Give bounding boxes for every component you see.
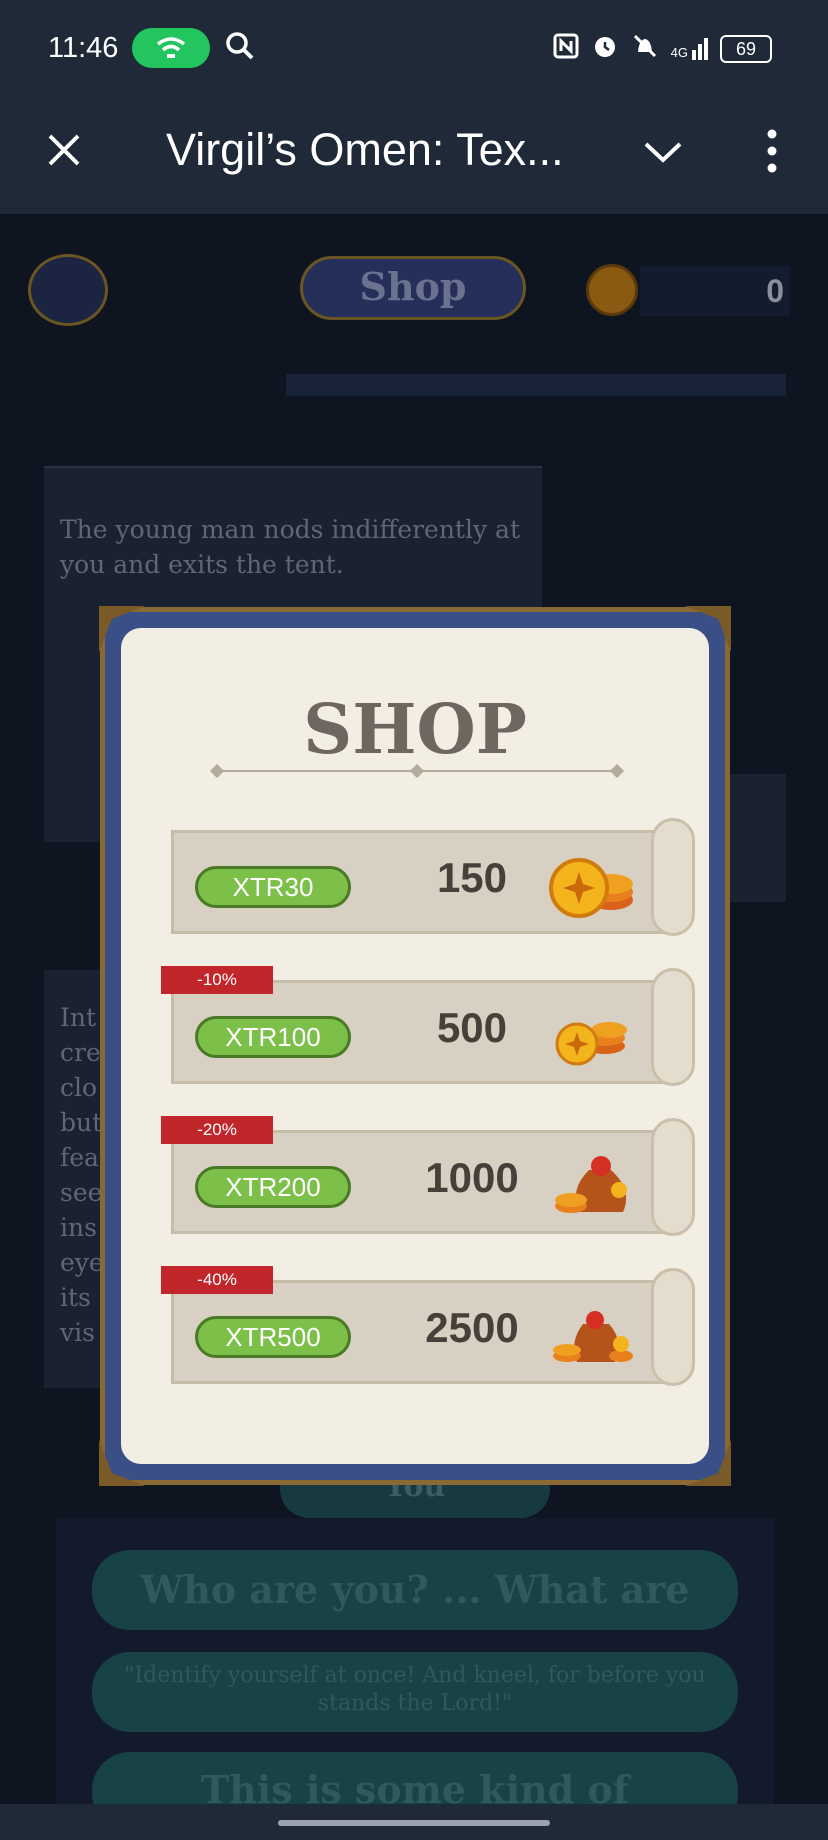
alarm-icon [591,32,619,66]
price-button[interactable]: XTR500 [195,1316,351,1358]
coin-amount: 150 [436,854,508,901]
scroll-end [651,1118,695,1236]
search-icon [224,30,256,67]
coin-sacks-icon [549,1300,637,1370]
coin-pile-icon [549,850,637,920]
title-divider [209,763,625,779]
scroll-end [651,818,695,936]
shop-panel: SHOP XTR30 150 -10% XTR100 500 -20% XTR2… [121,628,709,1464]
coin-balance: 0 [640,266,790,316]
coin-amount: 500 [436,1004,508,1051]
price-button[interactable]: XTR200 [195,1166,351,1208]
webapp-header: Virgil’s Omen: Tex... [0,96,828,214]
status-bar: 11:46 4G 69 [0,0,828,96]
story-text: The young man nods indifferently at you … [60,515,520,579]
scroll-end [651,968,695,1086]
nfc-icon [553,33,579,65]
shop-item[interactable]: -40% XTR500 2500 [161,1266,695,1386]
choice-button[interactable]: "Identify yourself at once! And kneel, f… [92,1652,738,1732]
coin-amount: 1000 [425,1154,519,1201]
shop-tab[interactable]: Shop [300,256,526,320]
mute-icon [631,32,659,66]
hotspot-icon [132,28,210,68]
coin-bag-icon [549,1150,637,1220]
close-icon[interactable] [40,126,88,174]
network-type: 4G [670,45,688,60]
signal-icon: 4G [671,38,708,60]
discount-badge: -20% [161,1116,273,1144]
shop-item[interactable]: -20% XTR200 1000 [161,1116,695,1236]
app-title: Virgil’s Omen: Tex... [166,124,564,175]
shop-item[interactable]: XTR30 150 [171,818,695,936]
scroll-end [651,1268,695,1386]
choice-button[interactable]: This is some kind of mistake... [92,1752,738,1804]
home-indicator[interactable] [278,1820,550,1826]
battery-icon: 69 [720,35,772,63]
coin-icon [586,264,638,316]
choices-panel: Who are you? ... What are you? "Identify… [56,1518,774,1804]
price-button[interactable]: XTR100 [195,1016,351,1058]
shop-title: SHOP [303,690,527,770]
discount-badge: -40% [161,1266,273,1294]
status-time: 11:46 [48,32,119,64]
choice-button[interactable]: Who are you? ... What are you? [92,1550,738,1692]
chevron-down-icon[interactable] [640,132,686,172]
discount-badge: -10% [161,966,273,994]
more-vert-icon[interactable] [752,124,792,178]
coin-amount: 2500 [425,1304,519,1351]
shop-item[interactable]: -10% XTR100 500 [161,966,695,1086]
coin-stack-icon [549,1000,637,1070]
header-divider [286,374,786,396]
shop-modal: SHOP XTR30 150 -10% XTR100 500 -20% XTR2… [99,606,730,1485]
profile-emblem-icon[interactable] [28,254,108,326]
price-button[interactable]: XTR30 [195,866,351,908]
